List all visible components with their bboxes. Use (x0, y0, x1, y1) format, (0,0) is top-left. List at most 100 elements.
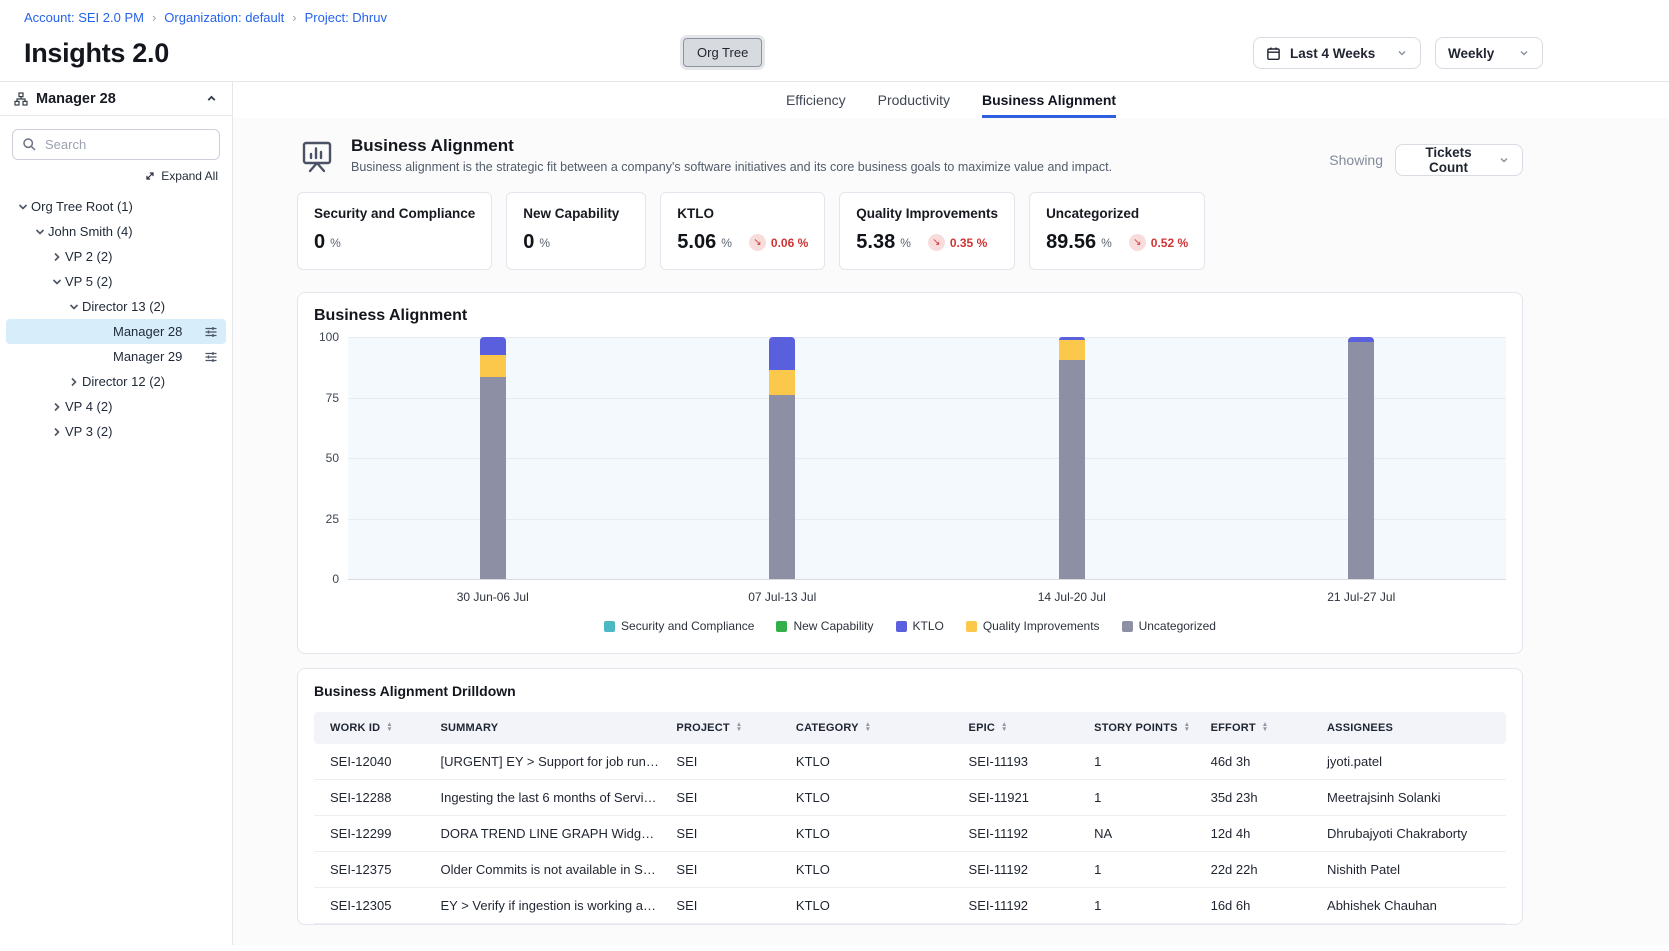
sidebar-collapse-chevron-up-icon[interactable] (205, 92, 218, 105)
tab-efficiency[interactable]: Efficiency (786, 82, 846, 118)
column-header-inner[interactable]: PROJECT ▲▼ (676, 722, 780, 734)
granularity-select[interactable]: Weekly (1435, 37, 1543, 69)
sort-icon[interactable]: ▲▼ (736, 723, 743, 732)
kpi-value: 0 (523, 231, 534, 254)
column-header-label: WORK ID (330, 722, 380, 734)
table-cell: KTLO (788, 744, 961, 780)
tree-item[interactable]: Manager 28 (6, 319, 226, 344)
chevron-down-icon[interactable] (65, 299, 82, 315)
expand-all-button[interactable]: Expand All (0, 162, 232, 192)
table-cell: SEI-12305 (314, 888, 432, 924)
breadcrumb-link[interactable]: Project: Dhruv (305, 10, 387, 25)
chevron-right-icon[interactable] (65, 374, 82, 390)
kpi-title: KTLO (677, 206, 808, 221)
expand-diagonal-arrows-icon (144, 170, 156, 182)
legend-label: Security and Compliance (621, 619, 754, 633)
tree-item[interactable]: VP 5 (2) (6, 269, 226, 294)
search-input[interactable] (12, 129, 220, 160)
tree-item[interactable]: Org Tree Root (1) (6, 194, 226, 219)
column-header-assignees: ASSIGNEES (1319, 712, 1506, 744)
trend-down-arrow-icon: ↘ (749, 234, 766, 251)
legend-item[interactable]: Quality Improvements (966, 619, 1100, 633)
table-cell: Nishith Patel (1319, 852, 1506, 888)
tree-item-label: VP 3 (2) (65, 424, 112, 439)
tree-item[interactable]: VP 4 (2) (6, 394, 226, 419)
trend-down-arrow-icon: ↘ (1129, 234, 1146, 251)
chevron-down-icon[interactable] (14, 199, 31, 215)
table-cell: KTLO (788, 852, 961, 888)
y-tick-label: 50 (326, 451, 339, 465)
column-header-label: ASSIGNEES (1327, 722, 1393, 734)
bar-group (348, 337, 638, 579)
org-tree-button[interactable]: Org Tree (683, 38, 762, 67)
table-cell: 16d 6h (1203, 888, 1319, 924)
tree-item[interactable]: John Smith (4) (6, 219, 226, 244)
legend-label: Uncategorized (1139, 619, 1216, 633)
kpi-value-row: 0% (314, 231, 475, 254)
table-cell: 22d 22h (1203, 852, 1319, 888)
sliders-filter-icon[interactable] (204, 350, 218, 364)
chevron-right-icon[interactable] (48, 399, 65, 415)
showing-select[interactable]: Tickets Count (1395, 144, 1523, 176)
column-header-inner[interactable]: WORK ID ▲▼ (330, 722, 424, 734)
sort-icon[interactable]: ▲▼ (1001, 723, 1008, 732)
legend-item[interactable]: Security and Compliance (604, 619, 754, 633)
column-header-inner[interactable]: EPIC▲▼ (969, 722, 1079, 734)
tree-item[interactable]: VP 2 (2) (6, 244, 226, 269)
bar-group (927, 337, 1217, 579)
date-range-select[interactable]: Last 4 Weeks (1253, 37, 1421, 69)
column-header-label: PROJECT (676, 722, 729, 734)
tree-item[interactable]: VP 3 (2) (6, 419, 226, 444)
column-header-inner[interactable]: EFFORT▲▼ (1211, 722, 1311, 734)
kpi-value-row: 0% (523, 231, 629, 254)
bar-segment-ktlo (769, 337, 795, 370)
legend-item[interactable]: KTLO (896, 619, 944, 633)
sort-icon[interactable]: ▲▼ (386, 723, 393, 732)
column-header-story-points: STORY POINTS▲▼ (1086, 712, 1202, 744)
tree-item[interactable]: Director 13 (2) (6, 294, 226, 319)
sort-icon[interactable]: ▲▼ (1184, 723, 1191, 732)
tree-item-label: Org Tree Root (1) (31, 199, 133, 214)
stacked-bar-chart: 0255075100 (314, 337, 1506, 579)
table-cell: KTLO (788, 888, 961, 924)
bar-segment-uncategorized (1059, 360, 1085, 579)
section-header: Business Alignment Business alignment is… (297, 136, 1523, 176)
sliders-filter-icon[interactable] (204, 325, 218, 339)
legend-item[interactable]: New Capability (776, 619, 873, 633)
kpi-title: Uncategorized (1046, 206, 1188, 221)
section-title: Business Alignment (351, 136, 1112, 156)
table-cell: DORA TREND LINE GRAPH Widgets is n... (432, 816, 668, 852)
title-row: Insights 2.0 Org Tree Last 4 Weeks Weekl… (24, 37, 1543, 69)
chevron-down-icon[interactable] (48, 274, 65, 290)
expand-all-label: Expand All (161, 169, 218, 183)
drilldown-panel: Business Alignment Drilldown WORK ID▲▼SU… (297, 668, 1523, 925)
y-tick-label: 100 (319, 330, 339, 344)
table-cell: SEI-11193 (961, 744, 1087, 780)
tree-item-label: VP 5 (2) (65, 274, 112, 289)
search-icon (22, 137, 37, 152)
tab-business-alignment[interactable]: Business Alignment (982, 82, 1116, 118)
kpi-value: 5.38 (856, 231, 895, 254)
chevron-right-icon[interactable] (48, 424, 65, 440)
chevron-down-icon[interactable] (31, 224, 48, 240)
chevron-slot-empty (96, 349, 113, 365)
chart-title: Business Alignment (314, 307, 1506, 325)
content-area: Efficiency Productivity Business Alignment… (233, 82, 1669, 945)
tree-item[interactable]: Director 12 (2) (6, 369, 226, 394)
tree-item[interactable]: Manager 29 (6, 344, 226, 369)
column-header-inner[interactable]: STORY POINTS▲▼ (1094, 722, 1194, 734)
breadcrumb-link[interactable]: Organization: default (164, 10, 284, 25)
breadcrumb-link[interactable]: Account: SEI 2.0 PM (24, 10, 144, 25)
column-header-category: CATEGORY▲▼ (788, 712, 961, 744)
tab-productivity[interactable]: Productivity (878, 82, 950, 118)
table-cell: SEI (668, 888, 788, 924)
y-axis: 0255075100 (314, 337, 348, 579)
sort-icon[interactable]: ▲▼ (1262, 723, 1269, 732)
table-cell: SEI-11192 (961, 888, 1087, 924)
sort-icon[interactable]: ▲▼ (865, 723, 872, 732)
chevron-right-icon[interactable] (48, 249, 65, 265)
legend-item[interactable]: Uncategorized (1122, 619, 1216, 633)
table-cell: 35d 23h (1203, 780, 1319, 816)
column-header-inner[interactable]: CATEGORY▲▼ (796, 722, 953, 734)
chevron-down-icon (1396, 47, 1408, 59)
